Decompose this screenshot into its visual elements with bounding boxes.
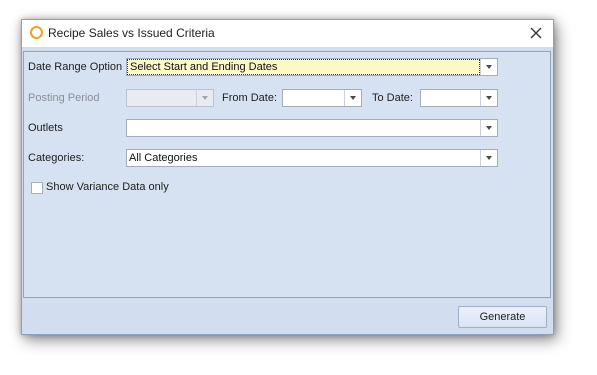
date-range-label: Date Range Option — [28, 61, 123, 73]
posting-period-dropdown-button — [196, 90, 213, 106]
from-date-dropdown-button[interactable] — [344, 90, 361, 106]
outlets-label: Outlets — [28, 122, 63, 134]
generate-button[interactable]: Generate — [458, 306, 547, 328]
close-icon — [530, 27, 542, 39]
categories-value: All Categories — [129, 152, 198, 164]
categories-label: Categories: — [28, 152, 85, 164]
chevron-down-icon — [486, 96, 492, 100]
chevron-down-icon — [350, 96, 356, 100]
chevron-down-icon — [486, 65, 492, 69]
variance-checkbox[interactable] — [31, 182, 43, 194]
chevron-down-icon — [486, 156, 492, 160]
title-bar: Recipe Sales vs Issued Criteria — [22, 20, 553, 47]
posting-period-combo — [126, 89, 214, 107]
criteria-panel: Date Range Option Select Start and Endin… — [23, 51, 551, 298]
outlets-dropdown-button[interactable] — [480, 120, 497, 136]
date-range-dropdown-button[interactable] — [480, 59, 497, 75]
chevron-down-icon — [202, 96, 208, 100]
to-date-label: To Date: — [372, 92, 413, 104]
to-date-picker[interactable] — [420, 89, 498, 107]
to-date-dropdown-button[interactable] — [480, 90, 497, 106]
criteria-dialog: Recipe Sales vs Issued Criteria Date Ran… — [21, 19, 554, 335]
app-circle-icon — [30, 26, 43, 39]
chevron-down-icon — [486, 126, 492, 130]
categories-combo[interactable]: All Categories — [126, 149, 498, 167]
from-date-label: From Date: — [222, 92, 278, 104]
date-range-value: Select Start and Ending Dates — [127, 59, 480, 75]
posting-period-label: Posting Period — [28, 92, 100, 104]
date-range-combo[interactable]: Select Start and Ending Dates — [126, 58, 498, 76]
variance-checkbox-label[interactable]: Show Variance Data only — [46, 181, 169, 193]
categories-dropdown-button[interactable] — [480, 150, 497, 166]
outlets-combo[interactable] — [126, 119, 498, 137]
from-date-picker[interactable] — [282, 89, 362, 107]
window-title: Recipe Sales vs Issued Criteria — [48, 26, 215, 40]
close-button[interactable] — [525, 22, 547, 44]
